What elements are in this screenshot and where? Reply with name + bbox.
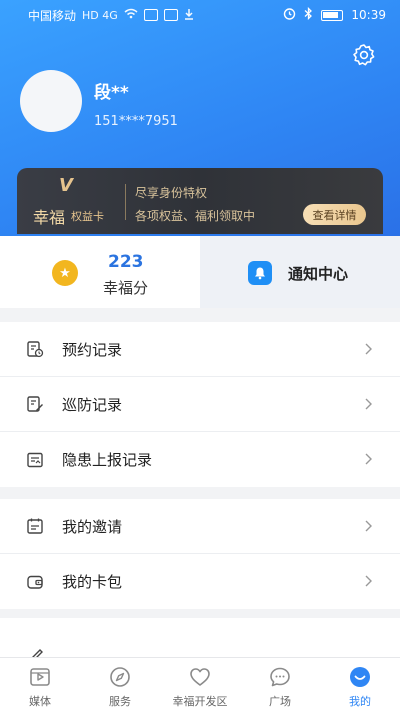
list-item-my-card-wallet[interactable]: 我的卡包 bbox=[0, 554, 400, 609]
chevron-right-icon bbox=[365, 453, 372, 465]
chevron-right-icon bbox=[365, 575, 372, 587]
wifi-icon bbox=[124, 8, 138, 22]
vip-line-2: 各项权益、福利领取中 bbox=[135, 209, 256, 223]
nav-tab-services[interactable]: 服务 bbox=[80, 658, 160, 711]
report-icon bbox=[27, 452, 43, 467]
clock-time: 10:39 bbox=[351, 8, 386, 22]
nav-label: 媒体 bbox=[29, 695, 51, 708]
nav-tab-happiness-zone[interactable]: 幸福开发区 bbox=[160, 658, 240, 711]
status-left: 中国移动 HD 4G bbox=[28, 7, 194, 24]
stats-row: ★ 223 幸福分 通知中心 bbox=[0, 236, 400, 308]
list-item-label: 我的邀请 bbox=[62, 517, 123, 536]
chat-bubble-icon bbox=[270, 667, 290, 687]
nav-label: 幸福开发区 bbox=[172, 695, 228, 708]
app-notification-icon bbox=[143, 9, 158, 21]
chevron-right-icon bbox=[365, 520, 372, 532]
calendar-icon bbox=[27, 518, 43, 534]
list-item-partially-hidden[interactable] bbox=[0, 618, 400, 658]
nav-tab-mine[interactable]: 我的 bbox=[320, 658, 400, 711]
list-item-label: 巡防记录 bbox=[62, 395, 123, 414]
avatar[interactable] bbox=[20, 70, 82, 132]
vip-divider bbox=[125, 184, 126, 220]
nav-tab-plaza[interactable]: 广场 bbox=[240, 658, 320, 711]
score-label: 幸福分 bbox=[103, 279, 149, 297]
list-item-label: 预约记录 bbox=[62, 340, 123, 359]
list-item-appointment-records[interactable]: 预约记录 bbox=[0, 322, 400, 377]
calendar-clock-icon bbox=[27, 341, 44, 358]
nav-label: 我的 bbox=[349, 695, 371, 708]
star-icon: ★ bbox=[52, 260, 78, 286]
edit-doc-icon bbox=[27, 396, 43, 412]
list-item-patrol-records[interactable]: 巡防记录 bbox=[0, 377, 400, 432]
chevron-right-icon bbox=[365, 398, 372, 410]
wallet-icon bbox=[27, 575, 43, 589]
smile-face-icon bbox=[350, 667, 370, 687]
network-tags: HD 4G bbox=[82, 8, 118, 22]
notification-center-panel[interactable]: 通知中心 bbox=[200, 236, 400, 308]
vip-benefit-card[interactable]: V 幸福 权益卡 尽享身份特权 各项权益、福利领取中 查看详情 bbox=[17, 168, 383, 234]
status-right: 10:39 bbox=[283, 6, 386, 23]
message-notification-icon bbox=[163, 9, 178, 21]
user-name: 段** bbox=[94, 83, 129, 103]
bluetooth-icon bbox=[304, 6, 313, 23]
nav-label: 服务 bbox=[109, 695, 131, 708]
status-bar: 中国移动 HD 4G 10:39 bbox=[0, 0, 400, 30]
vip-details-button[interactable]: 查看详情 bbox=[303, 204, 366, 225]
happiness-score-panel[interactable]: ★ 223 幸福分 bbox=[0, 236, 200, 308]
chevron-right-icon bbox=[365, 343, 372, 355]
media-play-icon bbox=[30, 668, 50, 686]
menu-group-partial bbox=[0, 618, 400, 658]
list-item-hazard-report-records[interactable]: 隐患上报记录 bbox=[0, 432, 400, 487]
list-item-label: 隐患上报记录 bbox=[62, 451, 153, 469]
battery-icon bbox=[321, 9, 344, 21]
settings-gear-icon[interactable] bbox=[352, 43, 376, 67]
notification-center-label: 通知中心 bbox=[288, 265, 349, 283]
score-value: 223 bbox=[108, 252, 144, 272]
menu-group-records: 预约记录 巡防记录 隐患上报记录 bbox=[0, 322, 400, 487]
vip-line-1: 尽享身份特权 bbox=[135, 186, 208, 200]
menu-group-personal: 我的邀请 我的卡包 bbox=[0, 499, 400, 609]
bottom-navigation: 媒体 服务 幸福开发区 广场 我的 bbox=[0, 657, 400, 711]
heart-icon bbox=[190, 668, 210, 686]
bell-icon bbox=[248, 261, 272, 285]
alarm-icon bbox=[283, 7, 296, 23]
carrier-name: 中国移动 bbox=[28, 8, 77, 23]
compass-icon bbox=[110, 667, 130, 687]
vip-badge: V bbox=[59, 175, 73, 196]
user-phone: 151****7951 bbox=[94, 114, 178, 129]
vip-card-subtitle: 权益卡 bbox=[71, 210, 104, 223]
nav-label: 广场 bbox=[269, 695, 291, 708]
download-icon bbox=[184, 8, 194, 23]
list-item-label: 我的卡包 bbox=[62, 573, 123, 591]
list-item-my-invitations[interactable]: 我的邀请 bbox=[0, 499, 400, 554]
nav-tab-media[interactable]: 媒体 bbox=[0, 658, 80, 711]
vip-card-title: 幸福 bbox=[33, 208, 66, 227]
